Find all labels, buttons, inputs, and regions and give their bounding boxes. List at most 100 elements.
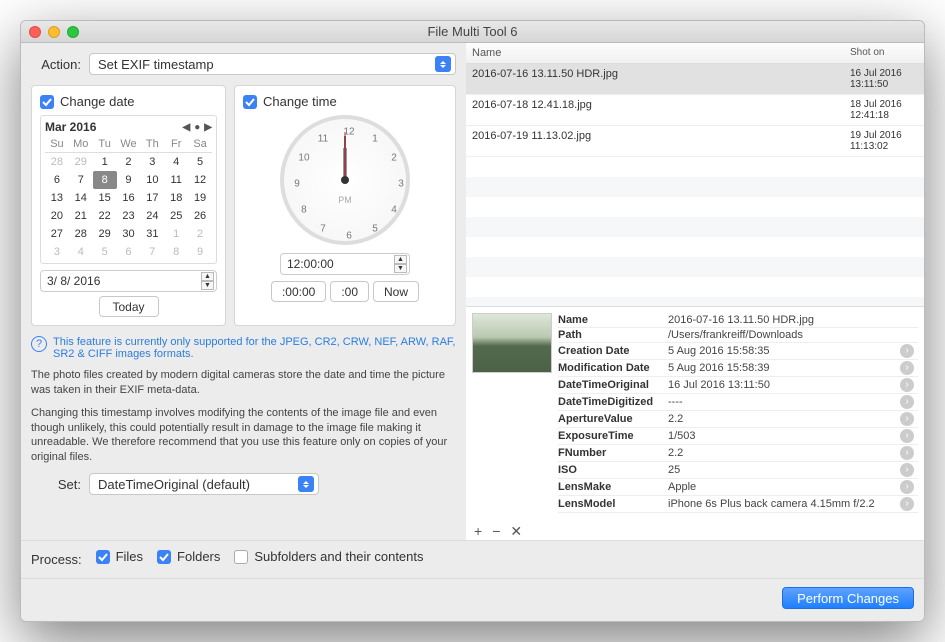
now-button[interactable]: Now bbox=[373, 281, 419, 302]
calendar-day[interactable]: 12 bbox=[188, 171, 212, 189]
apply-property-button[interactable]: › bbox=[900, 463, 914, 477]
calendar-day[interactable]: 1 bbox=[164, 225, 188, 243]
apply-property-button[interactable]: › bbox=[900, 429, 914, 443]
remove-file-button[interactable]: − bbox=[492, 523, 500, 540]
today-button[interactable]: Today bbox=[99, 296, 159, 317]
apply-property-button[interactable]: › bbox=[900, 361, 914, 375]
calendar-day[interactable]: 22 bbox=[93, 207, 117, 225]
apply-property-button[interactable]: › bbox=[900, 446, 914, 460]
add-file-button[interactable]: + bbox=[474, 523, 482, 540]
calendar-day[interactable]: 6 bbox=[45, 171, 69, 189]
apply-property-button[interactable]: › bbox=[900, 497, 914, 511]
calendar-day[interactable]: 25 bbox=[164, 207, 188, 225]
apply-property-button[interactable]: › bbox=[900, 344, 914, 358]
minimize-window-button[interactable] bbox=[48, 26, 60, 38]
calendar-day[interactable]: 2 bbox=[117, 153, 141, 171]
calendar-month-label: Mar 2016 bbox=[45, 120, 96, 134]
stepper-up-icon[interactable]: ▲ bbox=[394, 255, 407, 264]
calendar-day[interactable]: 11 bbox=[164, 171, 188, 189]
zoom-window-button[interactable] bbox=[67, 26, 79, 38]
action-select[interactable]: Set EXIF timestamp bbox=[89, 53, 456, 75]
property-key: ExposureTime bbox=[558, 430, 668, 442]
date-stepper[interactable]: ▲▼ bbox=[201, 272, 214, 290]
calendar-day[interactable]: 1 bbox=[93, 153, 117, 171]
calendar-grid[interactable]: SuMoTuWeThFrSa28291234567891011121314151… bbox=[45, 136, 212, 261]
set-select[interactable]: DateTimeOriginal (default) bbox=[89, 473, 319, 495]
calendar-day[interactable]: 2 bbox=[188, 225, 212, 243]
calendar-day[interactable]: 26 bbox=[188, 207, 212, 225]
calendar-next-button[interactable]: ▶ bbox=[204, 122, 212, 133]
apply-property-button[interactable]: › bbox=[900, 480, 914, 494]
calendar-day[interactable]: 19 bbox=[188, 189, 212, 207]
change-time-checkbox[interactable]: Change time bbox=[243, 94, 447, 109]
calendar-day[interactable]: 18 bbox=[164, 189, 188, 207]
clear-files-button[interactable]: ✕ bbox=[510, 523, 522, 540]
apply-property-button[interactable]: › bbox=[900, 395, 914, 409]
time-input[interactable]: 12:00:00 ▲▼ bbox=[280, 253, 410, 275]
zero-min-sec-button[interactable]: :00:00 bbox=[271, 281, 326, 302]
calendar-day[interactable]: 14 bbox=[69, 189, 93, 207]
calendar-day[interactable]: 7 bbox=[140, 243, 164, 261]
calendar-day[interactable]: 29 bbox=[69, 153, 93, 171]
apply-property-button[interactable]: › bbox=[900, 412, 914, 426]
process-subfolders-checkbox[interactable]: Subfolders and their contents bbox=[234, 549, 423, 564]
calendar-day[interactable]: 16 bbox=[117, 189, 141, 207]
calendar-day[interactable]: 15 bbox=[93, 189, 117, 207]
property-value: 5 Aug 2016 15:58:39 bbox=[668, 362, 900, 374]
calendar-day[interactable]: 9 bbox=[188, 243, 212, 261]
table-row[interactable]: 2016-07-18 12.41.18.jpg18 Jul 2016 12:41… bbox=[466, 95, 924, 126]
apply-property-button[interactable]: › bbox=[900, 378, 914, 392]
calendar-day[interactable]: 8 bbox=[93, 171, 117, 189]
change-date-checkbox[interactable]: Change date bbox=[40, 94, 217, 109]
calendar-day[interactable]: 10 bbox=[140, 171, 164, 189]
calendar-day[interactable]: 29 bbox=[93, 225, 117, 243]
perform-changes-button[interactable]: Perform Changes bbox=[782, 587, 914, 609]
calendar-day[interactable]: 3 bbox=[45, 243, 69, 261]
stepper-down-icon[interactable]: ▼ bbox=[394, 264, 407, 273]
calendar-day[interactable]: 17 bbox=[140, 189, 164, 207]
calendar-day-header: Mo bbox=[69, 136, 93, 153]
calendar-day[interactable]: 24 bbox=[140, 207, 164, 225]
file-table-empty-area[interactable] bbox=[466, 157, 924, 307]
calendar-day[interactable]: 31 bbox=[140, 225, 164, 243]
property-key: Path bbox=[558, 329, 668, 341]
detail-panel: Name2016-07-16 13.11.50 HDR.jpgPath/User… bbox=[466, 307, 924, 519]
calendar-day[interactable]: 28 bbox=[69, 225, 93, 243]
calendar-day[interactable]: 5 bbox=[93, 243, 117, 261]
calendar-day[interactable]: 23 bbox=[117, 207, 141, 225]
calendar-today-dot-button[interactable]: ● bbox=[194, 122, 200, 133]
stepper-up-icon[interactable]: ▲ bbox=[201, 272, 214, 281]
calendar-prev-button[interactable]: ◀ bbox=[183, 122, 191, 133]
calendar-day[interactable]: 13 bbox=[45, 189, 69, 207]
calendar-day[interactable]: 4 bbox=[164, 153, 188, 171]
process-folders-checkbox[interactable]: Folders bbox=[157, 549, 220, 564]
calendar-day[interactable]: 7 bbox=[69, 171, 93, 189]
date-input[interactable]: 3/ 8/ 2016 ▲▼ bbox=[40, 270, 217, 292]
clock-number: 7 bbox=[320, 224, 326, 235]
calendar-day[interactable]: 30 bbox=[117, 225, 141, 243]
calendar-day[interactable]: 20 bbox=[45, 207, 69, 225]
calendar-day[interactable]: 27 bbox=[45, 225, 69, 243]
calendar-day[interactable]: 4 bbox=[69, 243, 93, 261]
table-row[interactable]: 2016-07-19 11.13.02.jpg19 Jul 2016 11:13… bbox=[466, 126, 924, 157]
calendar-day[interactable]: 6 bbox=[117, 243, 141, 261]
help-icon[interactable]: ? bbox=[31, 336, 47, 352]
close-window-button[interactable] bbox=[29, 26, 41, 38]
titlebar: File Multi Tool 6 bbox=[21, 21, 924, 43]
column-header-shot-on[interactable]: Shot on bbox=[844, 43, 924, 63]
calendar-day[interactable]: 5 bbox=[188, 153, 212, 171]
zero-sec-button[interactable]: :00 bbox=[330, 281, 369, 302]
calendar-day[interactable]: 8 bbox=[164, 243, 188, 261]
analog-clock[interactable]: PM 121234567891011 bbox=[280, 115, 410, 245]
calendar-day[interactable]: 3 bbox=[140, 153, 164, 171]
property-value: 16 Jul 2016 13:11:50 bbox=[668, 379, 900, 391]
calendar-day[interactable]: 9 bbox=[117, 171, 141, 189]
column-header-name[interactable]: Name bbox=[466, 43, 844, 63]
time-stepper[interactable]: ▲▼ bbox=[394, 255, 407, 273]
action-select-value: Set EXIF timestamp bbox=[98, 57, 214, 72]
process-files-checkbox[interactable]: Files bbox=[96, 549, 143, 564]
calendar-day[interactable]: 28 bbox=[45, 153, 69, 171]
table-row[interactable]: 2016-07-16 13.11.50 HDR.jpg16 Jul 2016 1… bbox=[466, 64, 924, 95]
stepper-down-icon[interactable]: ▼ bbox=[201, 281, 214, 290]
calendar-day[interactable]: 21 bbox=[69, 207, 93, 225]
